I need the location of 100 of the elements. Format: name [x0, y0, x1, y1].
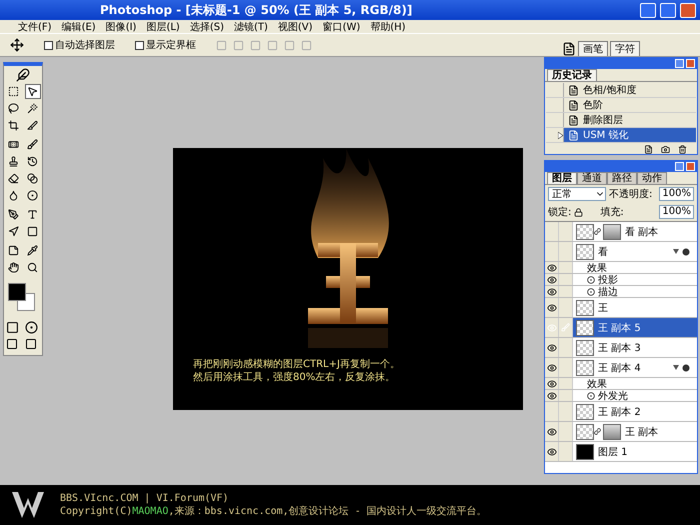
palette-tab[interactable]: 画笔: [578, 41, 608, 56]
history-item[interactable]: 色阶: [546, 98, 696, 113]
menu-item[interactable]: 图像(I): [106, 20, 136, 34]
close-button[interactable]: [686, 59, 695, 68]
blend-mode-select[interactable]: 正常: [548, 187, 606, 201]
history-item[interactable]: 色相/饱和度: [546, 83, 696, 98]
layer-row[interactable]: 王 副本 5: [545, 318, 697, 338]
tool-button[interactable]: [6, 101, 22, 116]
layer-row[interactable]: 看 副本: [545, 222, 697, 242]
link-cell[interactable]: [559, 338, 573, 357]
link-cell[interactable]: [559, 402, 573, 421]
link-cell[interactable]: [559, 442, 573, 461]
visibility-cell[interactable]: [545, 286, 559, 297]
eye-icon[interactable]: [546, 286, 556, 296]
tool-button[interactable]: [6, 118, 22, 133]
visibility-cell[interactable]: [545, 338, 559, 357]
camera-icon[interactable]: [661, 144, 670, 154]
effects-row[interactable]: 效果: [545, 262, 697, 274]
move-icon[interactable]: [10, 38, 24, 52]
visibility-cell[interactable]: [545, 242, 559, 261]
menu-item[interactable]: 图层(L): [146, 20, 180, 34]
visibility-cell[interactable]: [545, 442, 559, 461]
eye-icon[interactable]: [546, 362, 556, 372]
tool-button[interactable]: [6, 260, 22, 275]
checkbox[interactable]: [135, 40, 144, 50]
visibility-cell[interactable]: [545, 262, 559, 273]
lock-icon[interactable]: [574, 208, 584, 216]
document-icon[interactable]: [562, 42, 576, 56]
panel-tab[interactable]: 图层: [547, 172, 577, 184]
link-cell[interactable]: [559, 422, 573, 441]
eye-icon[interactable]: [546, 426, 556, 436]
layer-row[interactable]: 王 副本 2: [545, 402, 697, 422]
menu-item[interactable]: 窗口(W): [322, 20, 360, 34]
minimize-button[interactable]: [675, 59, 684, 68]
screen-mode-icon[interactable]: [24, 338, 36, 350]
eye-icon[interactable]: [546, 378, 556, 388]
screen-mode-icon[interactable]: [6, 338, 18, 350]
restore-button[interactable]: [660, 2, 676, 18]
layer-row[interactable]: 王: [545, 298, 697, 318]
eye-icon[interactable]: [546, 390, 556, 400]
layer-row[interactable]: 图层 1: [545, 442, 697, 462]
close-button[interactable]: [686, 162, 695, 171]
tool-button[interactable]: [6, 171, 22, 186]
eye-icon[interactable]: [546, 274, 556, 284]
panel-tab[interactable]: 动作: [637, 172, 667, 184]
menu-item[interactable]: 滤镜(T): [234, 20, 268, 34]
link-cell[interactable]: [559, 298, 573, 317]
link-cell[interactable]: [559, 242, 573, 261]
visibility-cell[interactable]: [545, 402, 559, 421]
layer-row[interactable]: 看: [545, 242, 697, 262]
close-button[interactable]: [680, 2, 696, 18]
link-cell[interactable]: [559, 358, 573, 377]
fill-field[interactable]: 100%: [659, 205, 694, 219]
tool-button[interactable]: [6, 207, 22, 222]
fx-indicator-icon[interactable]: [673, 248, 691, 256]
effect-row[interactable]: 投影: [545, 274, 697, 286]
visibility-cell[interactable]: [545, 222, 559, 241]
opacity-field[interactable]: 100%: [659, 187, 694, 201]
feather-icon[interactable]: [16, 68, 30, 82]
history-item[interactable]: 删除图层: [546, 113, 696, 128]
visibility-cell[interactable]: [545, 318, 559, 337]
panel-tab[interactable]: 历史记录: [547, 69, 597, 81]
eye-icon[interactable]: [546, 302, 556, 312]
link-cell[interactable]: [559, 222, 573, 241]
tool-button[interactable]: [24, 137, 40, 152]
tool-button[interactable]: [24, 84, 40, 99]
history-item[interactable]: USM 锐化: [546, 128, 696, 143]
eye-icon[interactable]: [546, 446, 556, 456]
visibility-cell[interactable]: [545, 274, 559, 285]
panel-tab[interactable]: 路径: [607, 172, 637, 184]
visibility-cell[interactable]: [545, 422, 559, 441]
tool-button[interactable]: [24, 188, 40, 203]
visibility-cell[interactable]: [545, 358, 559, 377]
quick-mask-icon[interactable]: [24, 321, 38, 334]
trash-icon[interactable]: [678, 144, 687, 154]
effects-row[interactable]: 效果: [545, 378, 697, 390]
eye-icon[interactable]: [546, 262, 556, 272]
visibility-cell[interactable]: [545, 298, 559, 317]
new-document-icon[interactable]: [644, 144, 653, 154]
effect-row[interactable]: 描边: [545, 286, 697, 298]
checkbox[interactable]: [44, 40, 53, 50]
menu-item[interactable]: 视图(V): [278, 20, 313, 34]
menu-item[interactable]: 选择(S): [190, 20, 224, 34]
effect-row[interactable]: 外发光: [545, 390, 697, 402]
eye-icon[interactable]: [546, 342, 556, 352]
minimize-button[interactable]: [640, 2, 656, 18]
minimize-button[interactable]: [675, 162, 684, 171]
layer-row[interactable]: 王 副本 3: [545, 338, 697, 358]
menu-item[interactable]: 帮助(H): [370, 20, 406, 34]
standard-mode-icon[interactable]: [6, 321, 18, 334]
menu-item[interactable]: 文件(F): [18, 20, 52, 34]
visibility-cell[interactable]: [545, 378, 559, 389]
fx-indicator-icon[interactable]: [673, 364, 691, 372]
panel-tab[interactable]: 通道: [577, 172, 607, 184]
palette-tab[interactable]: 字符: [610, 41, 640, 56]
layer-row[interactable]: 王 副本 4: [545, 358, 697, 378]
tool-button[interactable]: [24, 171, 40, 186]
menu-item[interactable]: 编辑(E): [62, 20, 96, 34]
visibility-cell[interactable]: [545, 390, 559, 401]
layer-row[interactable]: 王 副本: [545, 422, 697, 442]
